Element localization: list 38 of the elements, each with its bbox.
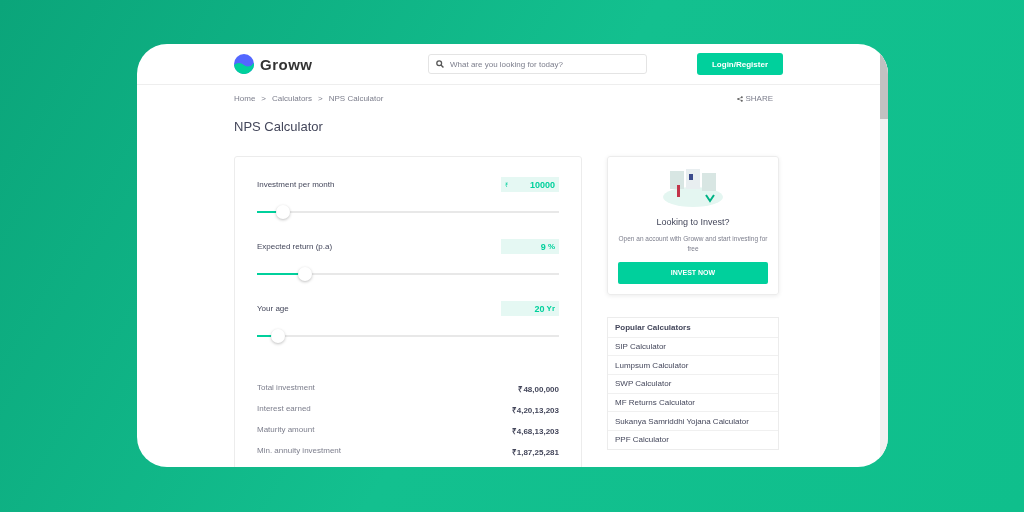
brand-name[interactable]: Groww bbox=[260, 55, 313, 73]
calculator-link[interactable]: SIP Calculator bbox=[608, 336, 778, 356]
result-value: ₹48,00,000 bbox=[518, 384, 559, 394]
breadcrumb-link[interactable]: Home bbox=[234, 94, 256, 103]
result-value: ₹4,20,13,203 bbox=[511, 405, 559, 415]
slider[interactable] bbox=[257, 329, 559, 343]
slider[interactable] bbox=[257, 205, 559, 219]
slider[interactable] bbox=[257, 267, 559, 281]
logo-icon bbox=[234, 54, 254, 74]
calculator-link[interactable]: Lumpsum Calculator bbox=[608, 355, 778, 374]
panel-heading: Popular Calculators bbox=[614, 321, 692, 334]
search-field[interactable]: What are you looking for today? bbox=[428, 54, 647, 74]
page-title: NPS Calculator bbox=[234, 119, 324, 134]
result-label: Total investment bbox=[257, 383, 315, 394]
breadcrumb-separator: > bbox=[318, 94, 323, 103]
input-label: Investment per month bbox=[257, 180, 335, 189]
result-label: Min. annuity investment bbox=[257, 446, 342, 457]
breadcrumb-separator: > bbox=[261, 94, 266, 103]
search-icon bbox=[436, 60, 444, 68]
breadcrumb-link[interactable]: NPS Calculator bbox=[328, 94, 384, 103]
calculator-link[interactable]: SWP Calculator bbox=[608, 373, 778, 393]
investing-illustration-drawing bbox=[662, 167, 724, 207]
calculator-link[interactable]: Sukanya Samriddhi Yojana Calculator bbox=[608, 411, 778, 430]
calculator-link[interactable]: PPF Calculator bbox=[608, 429, 778, 449]
input-label: Your age bbox=[257, 304, 289, 313]
result-value: ₹1,87,25,281 bbox=[511, 447, 559, 457]
result-value: ₹4,68,13,203 bbox=[511, 426, 559, 436]
invest-heading: Looking to Invest? bbox=[656, 217, 730, 227]
slider-thumb[interactable] bbox=[271, 329, 286, 343]
breadcrumb-link[interactable]: Calculators bbox=[272, 94, 313, 103]
result-label: Maturity amount bbox=[257, 425, 315, 436]
calculator-link[interactable]: MF Returns Calculator bbox=[608, 392, 778, 412]
slider-thumb[interactable] bbox=[298, 267, 313, 281]
input-label: Expected return (p.a) bbox=[257, 242, 333, 251]
share-link[interactable]: SHARE bbox=[745, 94, 773, 103]
slider-thumb[interactable] bbox=[275, 205, 290, 219]
share-icon bbox=[737, 95, 744, 102]
result-label: Interest earned bbox=[257, 404, 311, 415]
